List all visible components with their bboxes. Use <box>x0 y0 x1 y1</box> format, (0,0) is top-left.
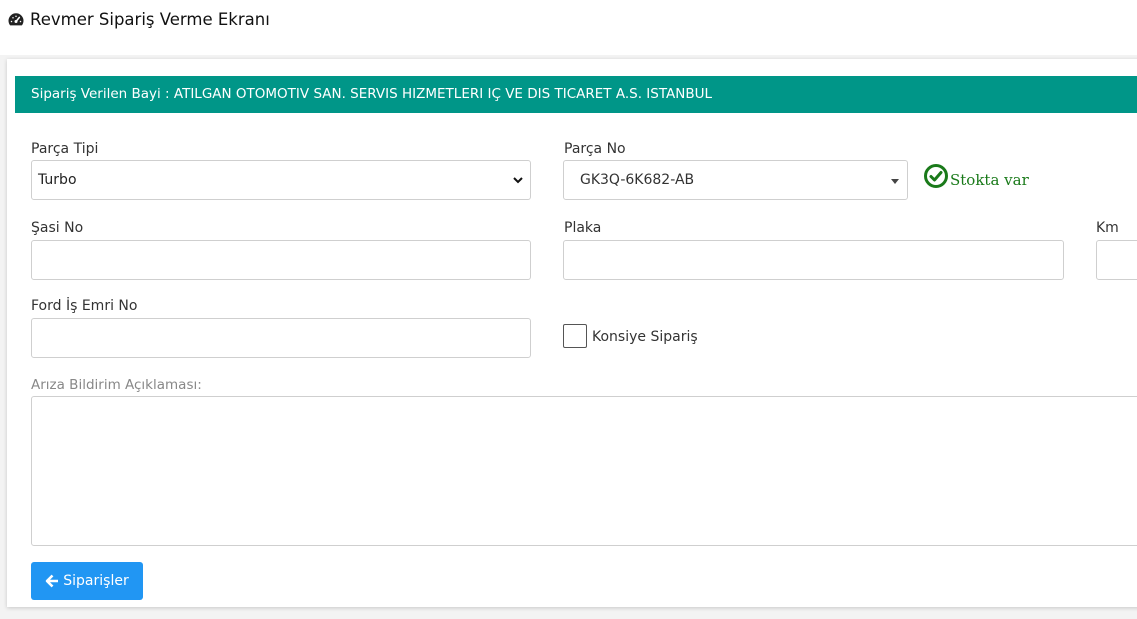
orders-button[interactable]: Siparişler <box>31 562 143 600</box>
arrow-left-icon <box>45 574 59 588</box>
part-no-value: GK3Q-6K682-AB <box>580 172 695 188</box>
chassis-no-label: Şasi No <box>31 220 84 236</box>
km-label: Km <box>1096 220 1119 236</box>
fault-description-label: Arıza Bildirim Açıklaması: <box>31 377 202 393</box>
plate-input[interactable] <box>563 240 1064 280</box>
part-type-value: Turbo <box>38 172 77 188</box>
part-no-label: Parça No <box>564 141 626 157</box>
ford-work-order-input[interactable] <box>31 318 531 358</box>
page-title-text: Revmer Sipariş Verme Ekranı <box>30 10 270 29</box>
part-no-select[interactable]: GK3Q-6K682-AB <box>563 160 908 200</box>
order-form-card: Sipariş Verilen Bayi : ATILGAN OTOMOTIV … <box>7 59 1137 607</box>
stock-status-text: Stokta var <box>950 171 1029 189</box>
ford-work-order-label: Ford İş Emri No <box>31 298 138 314</box>
stock-status: Stokta var <box>923 163 1029 189</box>
part-type-label: Parça Tipi <box>31 141 99 157</box>
dashboard-icon <box>8 12 24 25</box>
page-title: Revmer Sipariş Verme Ekranı <box>7 10 270 29</box>
part-type-select[interactable]: Turbo <box>31 160 531 200</box>
fault-description-textarea[interactable] <box>31 396 1137 546</box>
dealer-info-bar: Sipariş Verilen Bayi : ATILGAN OTOMOTIV … <box>15 76 1137 113</box>
km-input[interactable] <box>1096 240 1137 280</box>
consignment-checkbox[interactable] <box>563 324 587 348</box>
consignment-label[interactable]: Konsiye Sipariş <box>592 329 698 345</box>
chassis-no-input[interactable] <box>31 240 531 280</box>
caret-down-icon <box>891 179 899 184</box>
chevron-down-icon <box>513 177 523 184</box>
orders-button-label: Siparişler <box>63 573 129 589</box>
page-header: Revmer Sipariş Verme Ekranı <box>0 0 1137 55</box>
check-circle-icon <box>924 164 948 188</box>
plate-label: Plaka <box>564 220 602 236</box>
